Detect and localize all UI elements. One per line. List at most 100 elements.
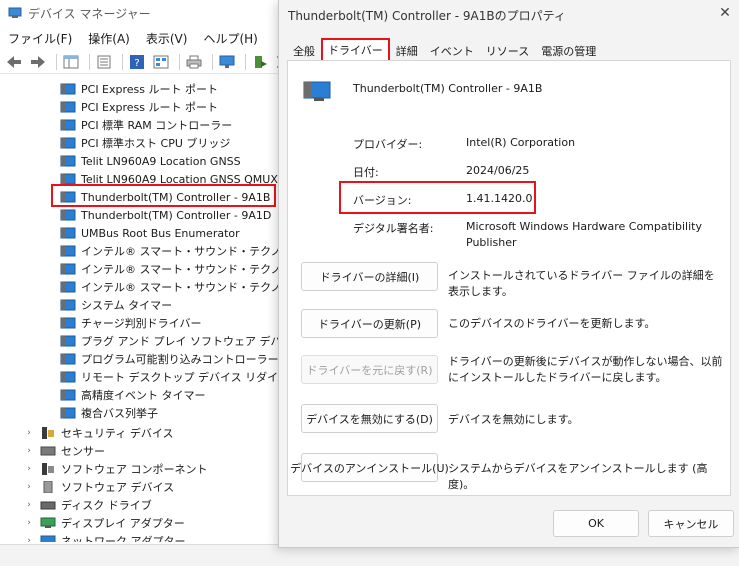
device-icon bbox=[60, 353, 76, 365]
uninstall-device-button[interactable]: デバイスのアンインストール(U) bbox=[290, 453, 449, 482]
tree-category-label: センサー bbox=[61, 445, 105, 458]
tree-item-label: 複合バス列挙子 bbox=[81, 407, 158, 420]
tree-category[interactable]: › ソフトウェア コンポーネント bbox=[24, 460, 208, 478]
chevron-right-icon[interactable]: › bbox=[24, 428, 34, 438]
tree-item[interactable]: PCI Express ルート ポート bbox=[60, 80, 218, 98]
properties-icon[interactable] bbox=[94, 53, 114, 71]
thunderbolt-device-icon bbox=[303, 81, 331, 101]
tree-item-label: Telit LN960A9 Location GNSS bbox=[81, 154, 241, 168]
tree-category[interactable]: › ディスク ドライブ bbox=[24, 496, 152, 514]
signer-label: デジタル署名者: bbox=[353, 222, 434, 235]
help-icon[interactable]: ? bbox=[127, 53, 147, 71]
menu-file[interactable]: ファイル(F) bbox=[0, 30, 80, 47]
chevron-right-icon[interactable]: › bbox=[24, 518, 34, 528]
chevron-right-icon[interactable]: › bbox=[24, 446, 34, 456]
tree-item[interactable]: インテル® スマート・サウンド・テクノロジー OE bbox=[60, 260, 290, 278]
toolbar-separator bbox=[179, 53, 180, 70]
toolbar-separator bbox=[212, 53, 213, 70]
tree-item[interactable]: プログラム可能割り込みコントローラー bbox=[60, 350, 279, 368]
device-icon bbox=[60, 245, 76, 257]
chevron-right-icon[interactable]: › bbox=[24, 500, 34, 510]
tree-item-label: チャージ判別ドライバー bbox=[81, 317, 202, 330]
tree-item-label: UMBus Root Bus Enumerator bbox=[81, 226, 240, 240]
tree-item-label: インテル® スマート・サウンド・テクノロジー検出 bbox=[81, 281, 290, 294]
device-manager-title: デバイス マネージャー bbox=[28, 6, 151, 21]
print-icon[interactable] bbox=[184, 53, 204, 71]
tree-item[interactable]: PCI 標準ホスト CPU ブリッジ bbox=[60, 134, 230, 152]
tree-item[interactable]: PCI 標準 RAM コントローラー bbox=[60, 116, 232, 134]
toolbar-separator bbox=[122, 53, 123, 70]
tree-item[interactable]: UMBus Root Bus Enumerator bbox=[60, 224, 240, 242]
tree-item[interactable]: リモート デスクトップ デバイス リダイレクター バ bbox=[60, 368, 290, 386]
view-resources-icon[interactable] bbox=[151, 53, 171, 71]
tree-item[interactable]: プラグ アンド プレイ ソフトウェア デバイス列挙 bbox=[60, 332, 290, 350]
toolbar-separator bbox=[56, 53, 57, 70]
date-value: 2024/06/25 bbox=[466, 164, 530, 177]
chevron-right-icon[interactable]: › bbox=[24, 482, 34, 492]
tree-item[interactable]: 複合バス列挙子 bbox=[60, 404, 158, 422]
device-icon bbox=[60, 83, 76, 95]
tree-item-label: プラグ アンド プレイ ソフトウェア デバイス列挙 bbox=[81, 335, 290, 348]
disk-drive-icon bbox=[40, 501, 56, 510]
tab-general[interactable]: 全般 bbox=[287, 40, 321, 61]
rollback-driver-button[interactable]: ドライバーを元に戻す(R) bbox=[301, 355, 438, 384]
cancel-button[interactable]: キャンセル bbox=[648, 510, 734, 537]
tree-item[interactable]: システム タイマー bbox=[60, 296, 172, 314]
software-device-icon bbox=[43, 481, 53, 493]
uninstall-device-description: システムからデバイスをアンインストールします (高度)。 bbox=[448, 462, 708, 491]
tree-item-label: インテル® スマート・サウンド・テクノロジー BU bbox=[81, 245, 290, 258]
chevron-right-icon[interactable]: › bbox=[24, 536, 34, 542]
tree-item[interactable]: Thunderbolt(TM) Controller - 9A1D bbox=[60, 206, 271, 224]
tree-category-label: ディスク ドライブ bbox=[61, 499, 152, 512]
rollback-driver-description: ドライバーの更新後にデバイスが動作しない場合、以前にインストールしたドライバーに… bbox=[448, 355, 723, 384]
update-driver-button[interactable]: ドライバーの更新(P) bbox=[301, 309, 438, 338]
display-adapter-icon bbox=[40, 517, 56, 528]
tab-details[interactable]: 詳細 bbox=[390, 40, 424, 61]
tree-category[interactable]: › ソフトウェア デバイス bbox=[24, 478, 174, 496]
tree-category[interactable]: › センサー bbox=[24, 442, 105, 460]
version-highlight bbox=[339, 181, 536, 214]
device-icon bbox=[60, 155, 76, 167]
scan-hardware-icon[interactable] bbox=[217, 53, 237, 71]
toolbar-separator bbox=[89, 53, 90, 70]
driver-details-button[interactable]: ドライバーの詳細(I) bbox=[301, 262, 438, 291]
selected-device-highlight bbox=[51, 184, 276, 207]
tree-category[interactable]: › セキュリティ デバイス bbox=[24, 424, 174, 442]
tree-item[interactable]: PCI Express ルート ポート bbox=[60, 98, 218, 116]
back-arrow-icon[interactable] bbox=[4, 53, 24, 71]
date-label: 日付: bbox=[353, 166, 379, 179]
tree-item-label: PCI 標準 RAM コントローラー bbox=[81, 119, 233, 132]
device-icon bbox=[60, 281, 76, 293]
tab-resources[interactable]: リソース bbox=[480, 40, 535, 61]
menu-action[interactable]: 操作(A) bbox=[80, 30, 138, 47]
chevron-right-icon[interactable]: › bbox=[24, 464, 34, 474]
tree-category-label: セキュリティ デバイス bbox=[61, 427, 174, 440]
device-tree: PCI Express ルート ポート PCI Express ルート ポート … bbox=[0, 78, 290, 542]
tab-driver[interactable]: ドライバー bbox=[321, 38, 390, 62]
dialog-tabs: 全般 ドライバー 詳細 イベント リソース 電源の管理 bbox=[287, 38, 602, 62]
menu-view[interactable]: 表示(V) bbox=[138, 30, 196, 47]
forward-arrow-icon[interactable] bbox=[28, 53, 48, 71]
tree-category[interactable]: › ディスプレイ アダプター bbox=[24, 514, 185, 532]
update-driver-icon[interactable] bbox=[250, 53, 270, 71]
tree-item[interactable]: チャージ判別ドライバー bbox=[60, 314, 201, 332]
tree-category[interactable]: › ネットワーク アダプター bbox=[24, 532, 186, 542]
disable-device-button[interactable]: デバイスを無効にする(D) bbox=[301, 404, 438, 433]
device-icon bbox=[60, 137, 76, 149]
device-name: Thunderbolt(TM) Controller - 9A1B bbox=[353, 82, 543, 95]
device-icon bbox=[60, 389, 76, 401]
ok-button[interactable]: OK bbox=[553, 510, 639, 537]
tree-item[interactable]: インテル® スマート・サウンド・テクノロジー BU bbox=[60, 242, 290, 260]
show-hide-tree-icon[interactable] bbox=[61, 53, 81, 71]
menu-help[interactable]: ヘルプ(H) bbox=[195, 30, 265, 47]
signer-value: Microsoft Windows Hardware Compatibility… bbox=[466, 220, 702, 249]
tree-item[interactable]: Telit LN960A9 Location GNSS bbox=[60, 152, 241, 170]
tree-item[interactable]: インテル® スマート・サウンド・テクノロジー検出 bbox=[60, 278, 290, 296]
tree-item-label: システム タイマー bbox=[81, 299, 173, 312]
tab-power-management[interactable]: 電源の管理 bbox=[535, 40, 602, 61]
provider-value: Intel(R) Corporation bbox=[466, 136, 576, 149]
device-icon bbox=[60, 209, 76, 221]
close-icon[interactable]: ✕ bbox=[717, 5, 733, 21]
tab-events[interactable]: イベント bbox=[424, 40, 480, 61]
tree-item[interactable]: 高精度イベント タイマー bbox=[60, 386, 206, 404]
